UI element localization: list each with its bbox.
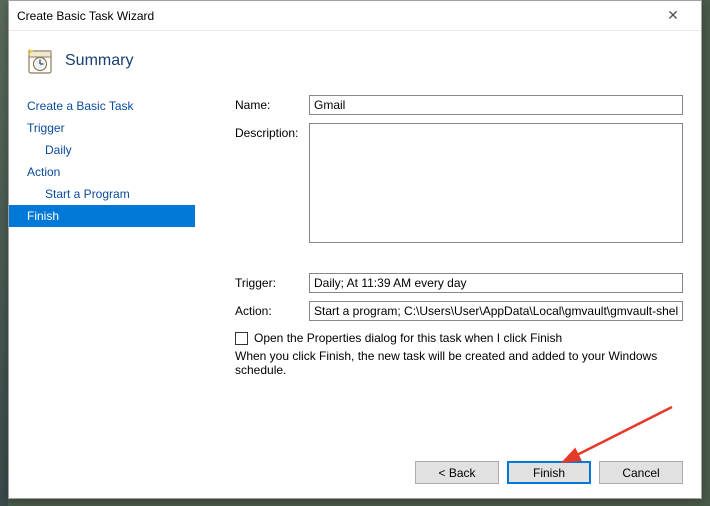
sidebar-item-start-program[interactable]: Start a Program	[23, 183, 195, 205]
open-properties-label: Open the Properties dialog for this task…	[254, 331, 562, 345]
page-title: Summary	[65, 52, 133, 70]
wizard-buttons: < Back Finish Cancel	[415, 461, 683, 484]
titlebar: Create Basic Task Wizard ✕	[9, 1, 701, 31]
finish-note: When you click Finish, the new task will…	[235, 349, 683, 377]
header: Summary	[9, 31, 701, 95]
open-properties-checkbox[interactable]	[235, 332, 248, 345]
back-button[interactable]: < Back	[415, 461, 499, 484]
action-label: Action:	[235, 301, 309, 318]
wizard-icon	[25, 47, 53, 75]
sidebar-item-action[interactable]: Action	[23, 161, 195, 183]
window-title: Create Basic Task Wizard	[17, 9, 653, 23]
main-panel: Name: Description: Trigger: Action: Open…	[195, 95, 701, 460]
finish-button[interactable]: Finish	[507, 461, 591, 484]
action-value	[309, 301, 683, 321]
close-button[interactable]: ✕	[653, 5, 693, 27]
trigger-value	[309, 273, 683, 293]
sidebar-item-finish[interactable]: Finish	[9, 205, 195, 227]
name-label: Name:	[235, 95, 309, 112]
wizard-steps-sidebar: Create a Basic Task Trigger Daily Action…	[9, 95, 195, 460]
close-icon: ✕	[667, 7, 679, 24]
description-label: Description:	[235, 123, 309, 140]
name-input[interactable]	[309, 95, 683, 115]
trigger-label: Trigger:	[235, 273, 309, 290]
sidebar-item-create-basic-task[interactable]: Create a Basic Task	[23, 95, 195, 117]
sidebar-item-daily[interactable]: Daily	[23, 139, 195, 161]
cancel-button[interactable]: Cancel	[599, 461, 683, 484]
sidebar-item-trigger[interactable]: Trigger	[23, 117, 195, 139]
description-input[interactable]	[309, 123, 683, 243]
wizard-window: Create Basic Task Wizard ✕ Summary Creat…	[8, 0, 702, 499]
